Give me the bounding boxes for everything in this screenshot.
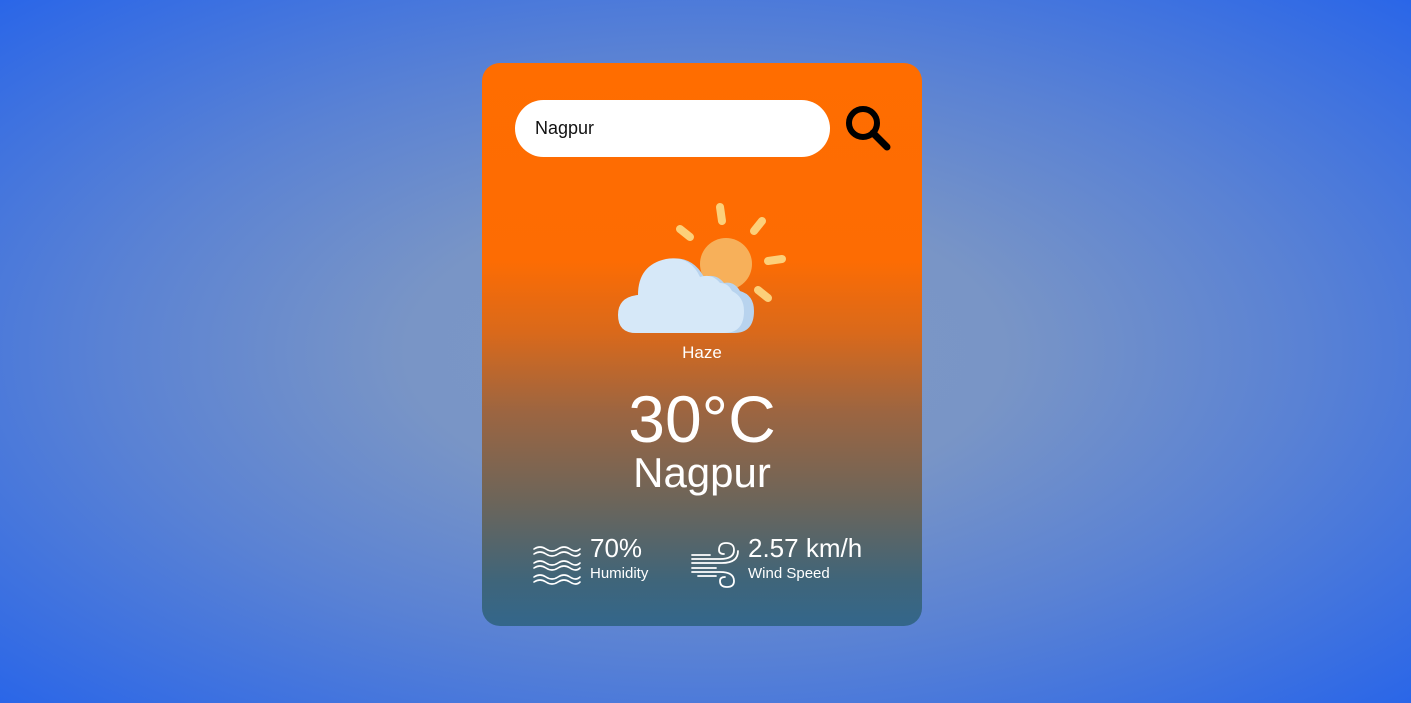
cloud-sun-icon xyxy=(618,203,786,333)
humidity-label: Humidity xyxy=(590,565,649,582)
weather-condition: Haze xyxy=(682,343,722,362)
temperature: 30°C xyxy=(628,382,776,456)
search-button[interactable] xyxy=(843,103,895,155)
wind-speed-label: Wind Speed xyxy=(748,565,830,582)
weather-card: Haze 30°C Nagpur 70% Humidity xyxy=(482,63,922,626)
search-icon xyxy=(846,106,891,151)
humidity-value: 70% xyxy=(590,533,643,563)
wind-speed-value: 2.57 km/h xyxy=(748,533,863,563)
search-bar xyxy=(515,100,895,157)
wind-icon xyxy=(691,542,739,588)
humidity-waves-icon xyxy=(533,546,581,585)
search-input[interactable] xyxy=(515,100,830,157)
city-name: Nagpur xyxy=(633,449,771,496)
